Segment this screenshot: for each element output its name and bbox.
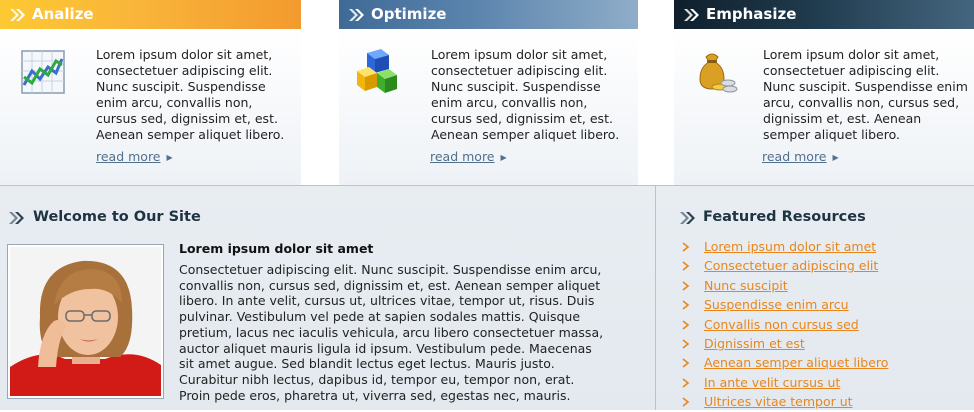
list-item: Nunc suscipit: [681, 276, 888, 295]
featured-list: Lorem ipsum dolor sit amet Consectetuer …: [681, 237, 888, 412]
double-arrow-icon: [684, 9, 699, 21]
list-item: In ante velit cursus ut: [681, 373, 888, 392]
welcome-title: Welcome to Our Site: [33, 209, 201, 225]
chevron-right-icon: [682, 358, 690, 368]
chevron-right-icon: [682, 378, 690, 388]
list-item: Dignissim et est: [681, 334, 888, 353]
read-more-label: read more: [762, 149, 827, 164]
featured-link[interactable]: Dignissim et est: [704, 336, 805, 351]
featured-link[interactable]: In ante velit cursus ut: [704, 375, 840, 390]
feature-text: Lorem ipsum dolor sit amet, consectetuer…: [763, 47, 968, 142]
read-more-label: read more: [430, 149, 495, 164]
money-bag-icon: [699, 53, 738, 93]
featured-link[interactable]: Convallis non cursus sed: [704, 317, 859, 332]
profile-photo: [7, 244, 164, 399]
welcome-heading: Lorem ipsum dolor sit amet: [179, 241, 374, 256]
triangle-right-icon: ▶: [500, 153, 507, 162]
list-item: Ultrices vitae tempor ut: [681, 392, 888, 411]
featured-link[interactable]: Ultrices vitae tempor ut: [704, 394, 853, 409]
double-arrow-icon: [349, 9, 364, 21]
read-more-link[interactable]: read more ▶: [96, 149, 173, 164]
feature-optimize: Optimize Lorem ipsum dolor sit amet, con…: [339, 0, 638, 185]
feature-title: Optimize: [371, 5, 447, 23]
triangle-right-icon: ▶: [832, 153, 839, 162]
feature-title: Analize: [32, 5, 94, 23]
list-item: Suspendisse enim arcu: [681, 295, 888, 314]
read-more-link[interactable]: read more ▶: [762, 149, 839, 164]
vertical-divider: [655, 186, 656, 410]
chevron-right-icon: [682, 261, 690, 272]
double-arrow-icon: [9, 212, 24, 224]
feature-body: Lorem ipsum dolor sit amet, consectetuer…: [339, 29, 638, 185]
cubes-icon: [357, 49, 397, 93]
list-item: Consectetuer adipiscing elit: [681, 256, 888, 275]
double-arrow-icon: [10, 9, 25, 21]
featured-link[interactable]: Nunc suscipit: [704, 278, 788, 293]
read-more-label: read more: [96, 149, 161, 164]
chevron-right-icon: [682, 339, 690, 349]
chevron-right-icon: [682, 397, 690, 407]
feature-body: Lorem ipsum dolor sit amet, consectetuer…: [674, 29, 974, 185]
chevron-right-icon: [682, 319, 690, 330]
featured-title: Featured Resources: [703, 209, 866, 225]
featured-link[interactable]: Suspendisse enim arcu: [704, 297, 849, 312]
feature-title: Emphasize: [706, 5, 797, 23]
feature-analize: Analize Lorem ipsum dolor sit amet, cons…: [0, 0, 301, 185]
list-item: Aenean semper aliquet libero: [681, 353, 888, 372]
feature-header-optimize: Optimize: [339, 0, 638, 29]
woman-portrait-image: [10, 247, 161, 396]
chart-icon: [21, 50, 65, 94]
list-item: Convallis non cursus sed: [681, 315, 888, 334]
chevron-right-icon: [682, 242, 690, 252]
feature-body: Lorem ipsum dolor sit amet, consectetuer…: [0, 29, 301, 185]
chevron-right-icon: [682, 300, 690, 310]
content-area: Welcome to Our Site Lorem ipsum dolor si…: [0, 186, 974, 410]
chevron-right-icon: [682, 281, 690, 291]
welcome-body: Consectetuer adipiscing elit. Nunc susci…: [179, 262, 604, 403]
list-item: Lorem ipsum dolor sit amet: [681, 237, 888, 256]
featured-link[interactable]: Consectetuer adipiscing elit: [704, 258, 878, 273]
double-arrow-icon: [680, 212, 695, 224]
feature-text: Lorem ipsum dolor sit amet, consectetuer…: [96, 47, 285, 142]
featured-link[interactable]: Aenean semper aliquet libero: [704, 355, 888, 370]
feature-emphasize: Emphasize Lorem ipsum dolor sit amet, co…: [674, 0, 974, 185]
read-more-link[interactable]: read more ▶: [430, 149, 507, 164]
featured-link[interactable]: Lorem ipsum dolor sit amet: [704, 239, 876, 254]
feature-text: Lorem ipsum dolor sit amet, consectetuer…: [431, 47, 620, 142]
feature-header-emphasize: Emphasize: [674, 0, 974, 29]
triangle-right-icon: ▶: [166, 153, 173, 162]
feature-header-analize: Analize: [0, 0, 301, 29]
